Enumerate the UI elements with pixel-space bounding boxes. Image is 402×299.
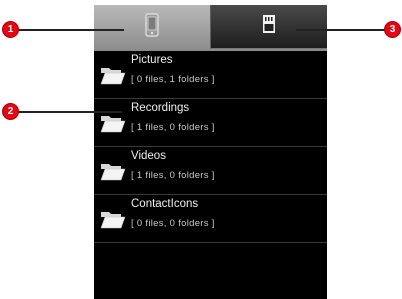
list-item-folder[interactable]: Pictures [ 0 files, 1 folders ] — [94, 51, 327, 99]
list-item-folder[interactable]: Recordings [ 1 files, 0 folders ] — [94, 99, 327, 147]
phone-icon — [145, 12, 159, 42]
list-item-folder[interactable]: ContactIcons [ 0 files, 0 folders ] — [94, 195, 327, 243]
tab-phone-storage[interactable] — [94, 5, 211, 49]
callout-line-1 — [16, 29, 124, 31]
folder-icon — [100, 161, 126, 186]
folder-name: Recordings — [131, 102, 190, 114]
folder-name: ContactIcons — [131, 198, 199, 210]
callout-1: 1 — [2, 21, 19, 38]
tab-sd-card[interactable] — [211, 5, 327, 49]
callout-2: 2 — [2, 103, 19, 120]
callout-line-2 — [16, 111, 122, 113]
folder-meta: [ 0 files, 1 folders ] — [131, 74, 215, 85]
folder-icon — [100, 113, 126, 138]
callout-line-3 — [296, 29, 386, 31]
callout-3: 3 — [384, 21, 401, 38]
sd-card-icon — [261, 14, 277, 39]
folder-name: Videos — [131, 150, 166, 162]
folder-icon — [100, 65, 126, 90]
folder-meta: [ 0 files, 0 folders ] — [131, 218, 215, 229]
folder-meta: [ 1 files, 0 folders ] — [131, 122, 215, 133]
folder-icon — [100, 209, 126, 234]
folder-meta: [ 1 files, 0 folders ] — [131, 170, 215, 181]
folder-name: Pictures — [131, 54, 173, 66]
file-manager-screen: Pictures [ 0 files, 1 folders ] Recordin… — [94, 5, 327, 299]
list-item-folder[interactable]: Videos [ 1 files, 0 folders ] — [94, 147, 327, 195]
